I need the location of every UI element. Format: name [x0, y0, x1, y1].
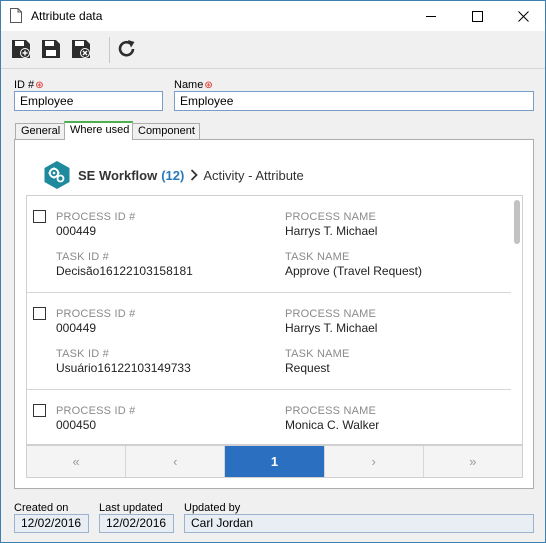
pagination: « ‹ 1 › »: [26, 445, 523, 478]
process-name-label: PROCESS NAME: [285, 211, 377, 223]
updated-by-field: Carl Jordan: [184, 514, 534, 533]
refresh-icon: [118, 40, 135, 57]
save-new-icon: [12, 40, 30, 58]
process-name-label: PROCESS NAME: [285, 405, 377, 417]
save-icon: [42, 40, 60, 58]
updated-by-label: Updated by: [184, 502, 241, 514]
save-and-close-button[interactable]: [69, 37, 93, 61]
required-icon: ⊛: [35, 80, 44, 91]
where-used-panel: SE Workflow (12) Activity - Attribute PR…: [14, 139, 534, 489]
last-updated-label: Last updated: [99, 502, 163, 514]
task-id-value: Usuário16122103149733: [56, 361, 191, 375]
close-icon: [517, 10, 529, 22]
task-name-value: Approve (Travel Request): [285, 264, 422, 278]
close-button[interactable]: [500, 1, 546, 31]
scrollbar-thumb[interactable]: [514, 200, 520, 244]
list-item: PROCESS ID # 000449 PROCESS NAME Harrys …: [27, 196, 511, 293]
task-id-value: Decisão16122103158181: [56, 264, 193, 278]
breadcrumb-count: (12): [161, 167, 185, 183]
process-name-label: PROCESS NAME: [285, 308, 377, 320]
breadcrumb-current: Activity - Attribute: [203, 167, 304, 183]
minimize-icon: [425, 15, 436, 17]
created-on-field: 12/02/2016: [14, 514, 89, 533]
list-item: PROCESS ID # 000449 PROCESS NAME Harrys …: [27, 293, 511, 390]
toolbar-separator: [109, 37, 110, 63]
task-name-label: TASK NAME: [285, 251, 350, 263]
process-id-label: PROCESS ID #: [56, 308, 136, 320]
previous-page-button[interactable]: ‹: [126, 446, 226, 477]
toolbar: [1, 31, 545, 69]
row-checkbox[interactable]: [33, 404, 46, 417]
task-name-label: TASK NAME: [285, 348, 350, 360]
save-close-icon: [72, 40, 90, 58]
refresh-button[interactable]: [115, 37, 139, 61]
process-name-value: Harrys T. Michael: [285, 224, 378, 238]
tab-where-used[interactable]: Where used: [64, 121, 133, 140]
save-and-new-button[interactable]: [9, 37, 33, 61]
breadcrumb-module[interactable]: SE Workflow: [78, 168, 157, 183]
task-id-label: TASK ID #: [56, 348, 109, 360]
save-button[interactable]: [39, 37, 63, 61]
minimize-button[interactable]: [408, 1, 454, 31]
list-item: PROCESS ID # 000450 PROCESS NAME Monica …: [27, 390, 511, 444]
process-name-value: Monica C. Walker: [285, 418, 380, 432]
id-label: ID #⊛: [14, 79, 44, 91]
attribute-data-window: Attribute data ID #⊛ Employee Name⊛ Empl…: [0, 0, 546, 543]
maximize-button[interactable]: [454, 1, 500, 31]
row-checkbox[interactable]: [33, 210, 46, 223]
row-checkbox[interactable]: [33, 307, 46, 320]
last-page-button[interactable]: »: [424, 446, 522, 477]
created-on-label: Created on: [14, 502, 69, 514]
title-bar: Attribute data: [1, 1, 545, 31]
process-id-value: 000449: [56, 224, 97, 238]
task-name-value: Request: [285, 361, 330, 375]
workflow-gear-icon: [44, 161, 70, 189]
task-id-label: TASK ID #: [56, 251, 109, 263]
document-icon: [10, 8, 22, 23]
first-page-button[interactable]: «: [27, 446, 127, 477]
current-page-button[interactable]: 1: [225, 446, 325, 477]
id-field[interactable]: Employee: [14, 91, 163, 111]
process-id-label: PROCESS ID #: [56, 211, 136, 223]
chevron-right-icon: [190, 169, 199, 181]
process-id-value: 000449: [56, 321, 97, 335]
process-name-value: Harrys T. Michael: [285, 321, 378, 335]
process-id-value: 000450: [56, 418, 97, 432]
maximize-icon: [471, 10, 483, 22]
required-icon: ⊛: [204, 80, 213, 91]
name-field[interactable]: Employee: [174, 91, 534, 111]
where-used-list: PROCESS ID # 000449 PROCESS NAME Harrys …: [26, 195, 523, 445]
tab-general[interactable]: General: [15, 123, 65, 140]
list-scrollbar[interactable]: [513, 196, 522, 444]
window-title: Attribute data: [31, 9, 103, 23]
breadcrumb: SE Workflow (12) Activity - Attribute: [43, 160, 304, 190]
tab-component[interactable]: Component: [132, 123, 200, 140]
name-label: Name⊛: [174, 79, 213, 91]
process-id-label: PROCESS ID #: [56, 405, 136, 417]
next-page-button[interactable]: ›: [325, 446, 424, 477]
last-updated-field: 12/02/2016: [99, 514, 174, 533]
